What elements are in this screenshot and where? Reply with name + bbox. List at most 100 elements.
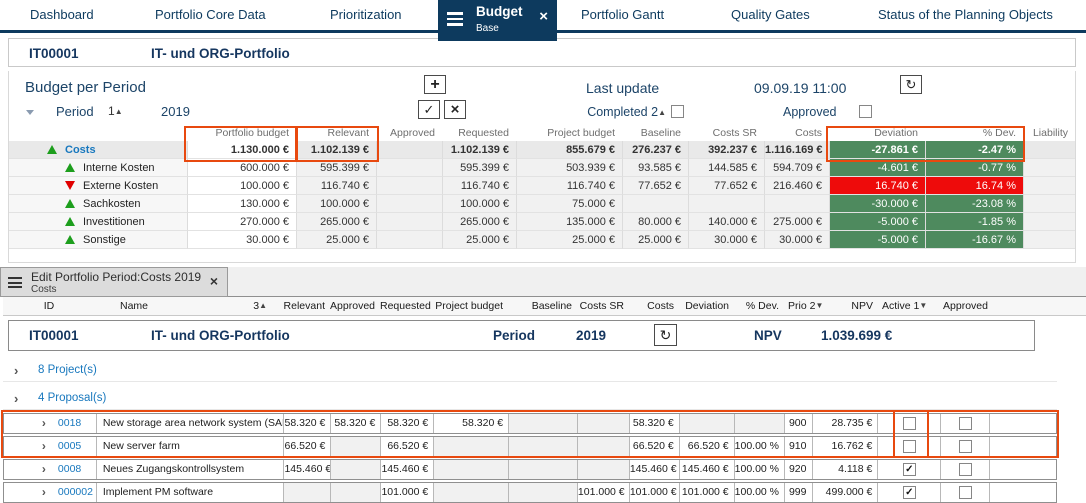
budget-row[interactable]: Investitionen270.000 €265.000 €265.000 €… (9, 213, 1075, 231)
proposal-id-link[interactable]: 0005 (52, 437, 96, 456)
proposal-id-link[interactable]: 0018 (52, 414, 96, 433)
proposal-cell-requested[interactable]: 58.320 € (380, 414, 433, 433)
expand-chevron-cell[interactable]: › (4, 437, 52, 456)
nav-item-dashboard[interactable]: Dashboard (30, 7, 94, 22)
nav-item-quality-gates[interactable]: Quality Gates (731, 7, 810, 22)
hamburger-icon[interactable] (447, 12, 463, 29)
proposal-cell-requested[interactable]: 101.000 € (380, 483, 433, 502)
column-header-baseline[interactable]: Baseline (508, 297, 577, 315)
close-icon[interactable]: × (539, 9, 548, 24)
budget-row[interactable]: Sachkosten130.000 €100.000 €100.000 €75.… (9, 195, 1075, 213)
column-header-id[interactable]: ID (3, 297, 95, 315)
active-checkbox[interactable]: ✓ (903, 486, 916, 499)
proposal-cell-deviation[interactable]: 101.000 € (679, 483, 734, 502)
approved-checkbox[interactable] (859, 105, 872, 118)
budget-column-header[interactable]: Costs (764, 126, 829, 141)
column-header-project-budget[interactable]: Project budget (433, 297, 508, 315)
column-header-relevant[interactable]: Relevant (283, 297, 330, 315)
proposal-row[interactable]: ›0018New storage area network system (SA… (3, 413, 1057, 434)
column-header-active[interactable]: Active 1▼ (878, 297, 941, 315)
proposal-cell-prio[interactable]: 910 (784, 437, 812, 456)
column-header-costs-sr[interactable]: Costs SR (577, 297, 629, 315)
proposal-cell-relevant[interactable]: 58.320 € (283, 414, 330, 433)
proposal-cell-npv[interactable]: 4.118 € (812, 460, 878, 479)
period-sort-indicator[interactable]: 1▲ (108, 104, 123, 118)
column-header-costs[interactable]: Costs (629, 297, 679, 315)
expand-icon[interactable]: › (42, 416, 46, 430)
budget-cell[interactable]: 30.000 € (187, 231, 296, 249)
proposal-cell-project_budget[interactable]: 58.320 € (433, 414, 508, 433)
budget-row[interactable]: Externe Kosten100.000 €116.740 €116.740 … (9, 177, 1075, 195)
budget-column-header[interactable]: Requested (442, 126, 516, 141)
proposal-cell-prio[interactable]: 920 (784, 460, 812, 479)
proposal-row[interactable]: ›0005New server farm66.520 €66.520 €66.5… (3, 436, 1057, 457)
expand-chevron-cell[interactable]: › (4, 414, 52, 433)
proposal-cell-costs[interactable]: 101.000 € (629, 483, 679, 502)
proposal-cell-npv[interactable]: 28.735 € (812, 414, 878, 433)
expand-icon[interactable]: › (42, 462, 46, 476)
proposal-cell-costs[interactable]: 58.320 € (629, 414, 679, 433)
column-header-approved-flag[interactable]: Approved (941, 297, 990, 315)
proposal-cell-deviation[interactable]: 66.520 € (679, 437, 734, 456)
budget-row[interactable]: Sonstige30.000 €25.000 €25.000 €25.000 €… (9, 231, 1075, 249)
expand-chevron-cell[interactable]: › (4, 483, 52, 502)
proposal-id-link[interactable]: 0008 (52, 460, 96, 479)
budget-cell[interactable]: 600.000 € (187, 159, 296, 177)
budget-column-header[interactable]: Deviation (829, 126, 925, 141)
hamburger-icon[interactable] (8, 277, 22, 291)
budget-column-header[interactable]: Costs SR (688, 126, 764, 141)
tab-budget-active[interactable]: Budget Base × (438, 0, 557, 41)
proposal-cell-relevant[interactable]: 66.520 € (283, 437, 330, 456)
add-period-button[interactable]: + (424, 75, 446, 94)
budget-cell[interactable]: 1.130.000 € (187, 141, 296, 159)
budget-cell[interactable]: 100.000 € (187, 177, 296, 195)
proposal-cell-prio[interactable]: 900 (784, 414, 812, 433)
confirm-icon[interactable]: ✓ (418, 100, 440, 119)
proposal-cell-costs[interactable]: 145.460 € (629, 460, 679, 479)
approved-checkbox[interactable] (959, 486, 972, 499)
active-checkbox[interactable]: ✓ (903, 463, 916, 476)
group-label[interactable]: 4 Proposal(s) (38, 392, 106, 404)
budget-column-header[interactable]: Approved (376, 126, 442, 141)
close-icon[interactable]: × (210, 273, 218, 289)
proposal-row[interactable]: ›000002Implement PM software101.000 €101… (3, 482, 1057, 503)
approved-checkbox[interactable] (959, 440, 972, 453)
active-checkbox[interactable] (903, 440, 916, 453)
proposal-cell-costs[interactable]: 66.520 € (629, 437, 679, 456)
chevron-down-icon[interactable] (26, 110, 34, 115)
expand-icon[interactable]: › (42, 439, 46, 453)
budget-column-header[interactable]: Baseline (622, 126, 688, 141)
group-row-proposals[interactable]: › 4 Proposal(s) (3, 389, 1057, 410)
column-header-approved[interactable]: Approved (330, 297, 380, 315)
column-header-deviation[interactable]: Deviation (679, 297, 734, 315)
column-header-prio[interactable]: Prio 2▼ (784, 297, 812, 315)
proposal-cell-requested[interactable]: 66.520 € (380, 437, 433, 456)
nav-item-portfolio-gantt[interactable]: Portfolio Gantt (581, 7, 664, 22)
nav-item-status-planning-objects[interactable]: Status of the Planning Objects (878, 7, 1053, 22)
budget-column-header[interactable]: Liability (1023, 126, 1075, 141)
budget-column-header[interactable]: % Dev. (925, 126, 1023, 141)
completed-checkbox[interactable] (671, 105, 684, 118)
expand-icon[interactable]: › (14, 391, 18, 406)
cancel-icon[interactable]: × (444, 100, 466, 119)
proposal-cell-pct_dev[interactable]: 100.00 % (734, 437, 784, 456)
proposal-cell-pct_dev[interactable]: 100.00 % (734, 483, 784, 502)
refresh-icon[interactable]: ↻ (654, 324, 677, 346)
budget-row[interactable]: Interne Kosten600.000 €595.399 €595.399 … (9, 159, 1075, 177)
budget-cell[interactable]: 270.000 € (187, 213, 296, 231)
group-row-projects[interactable]: › 8 Project(s) (3, 361, 1057, 382)
proposal-cell-approved[interactable]: 58.320 € (330, 414, 380, 433)
budget-row[interactable]: Costs1.130.000 €1.102.139 €1.102.139 €85… (9, 141, 1075, 159)
approved-checkbox[interactable] (959, 463, 972, 476)
proposal-cell-costs_sr[interactable]: 101.000 € (577, 483, 629, 502)
budget-column-header[interactable]: Project budget (516, 126, 622, 141)
group-label[interactable]: 8 Project(s) (38, 364, 97, 376)
nav-item-prioritization[interactable]: Prioritization (330, 7, 402, 22)
proposal-row[interactable]: ›0008Neues Zugangskontrollsystem145.460 … (3, 459, 1057, 480)
tab-edit-portfolio-period[interactable]: Edit Portfolio Period:Costs 2019 Costs × (0, 267, 228, 297)
proposal-cell-relevant[interactable]: 145.460 € (283, 460, 330, 479)
column-header-pct-dev[interactable]: % Dev. (734, 297, 784, 315)
budget-column-header[interactable]: Portfolio budget (187, 126, 296, 141)
refresh-icon[interactable]: ↻ (900, 75, 922, 94)
proposal-cell-requested[interactable]: 145.460 € (380, 460, 433, 479)
